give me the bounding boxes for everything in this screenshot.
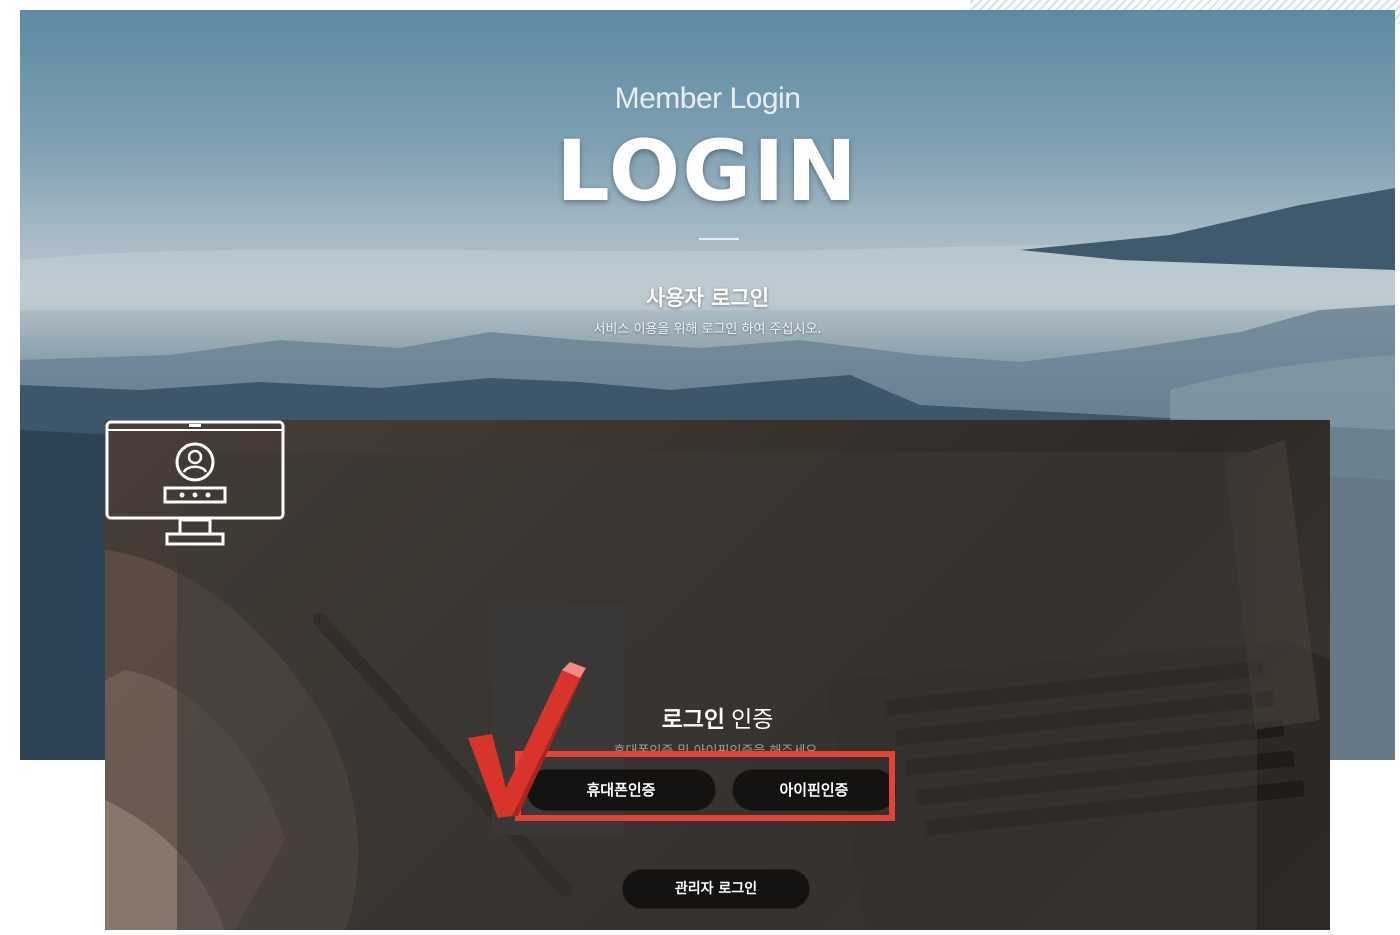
page-subtitle: Member Login [614,82,801,115]
admin-login-button[interactable]: 관리자 로그인 [623,870,809,908]
auth-overlay [177,452,1257,930]
auth-panel: 로그인 인증 휴대폰인증 및 아이핀인증을 해주세요. 휴대폰인증 아이핀인증 관… [105,420,1330,930]
checkmark-icon [468,662,586,818]
title-divider [699,238,739,240]
user-login-heading: 사용자 로그인 [645,286,770,310]
login-page: Member Login LOGIN 사용자 로그인 서비스 이용을 위해 로그… [0,0,1400,935]
auth-title-bold: 로그인 [661,707,726,733]
monitor-user-icon [105,420,285,546]
auth-title-light: 인증 [731,707,774,733]
auth-title: 로그인 인증 [105,700,1330,734]
user-login-description: 서비스 이용을 위해 로그인 하여 주십시오. [593,322,822,337]
page-title: LOGIN [556,122,859,220]
